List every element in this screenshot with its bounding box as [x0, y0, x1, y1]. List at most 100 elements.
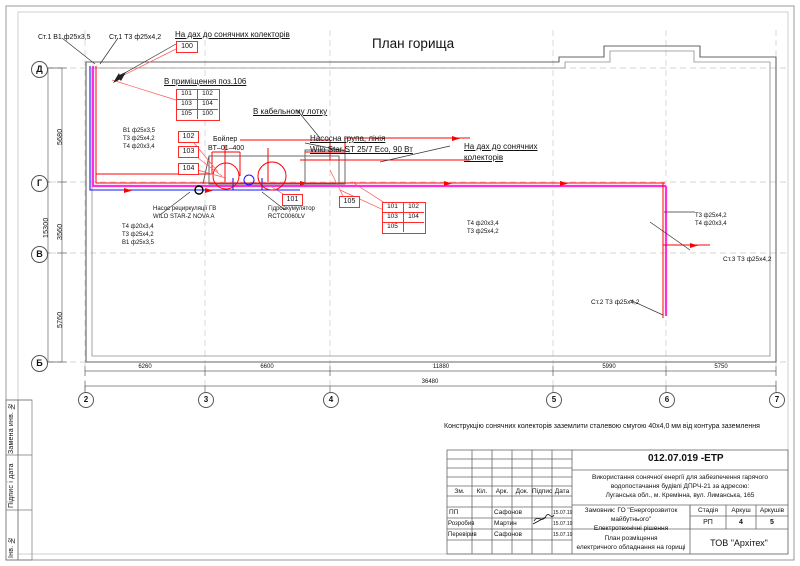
- stage-value-arkush: 4: [739, 519, 743, 526]
- label-pipe-t3-mid: Т3 ф25х4,2: [467, 229, 499, 235]
- sheet-name-line-2: електричного обладнання на горищі: [576, 544, 686, 551]
- stage-value-arkushiv: 5: [770, 519, 774, 526]
- tag-cell-102: 102: [202, 90, 213, 97]
- sheet-note: Конструкцію сонячних колекторів заземлит…: [444, 423, 760, 430]
- dim-h-5: 5750: [714, 364, 728, 370]
- client-line-3: Електротехнічні рішення: [593, 525, 669, 532]
- axis-circle-2: 2: [78, 392, 94, 408]
- sheet-name-line-1: План розміщення: [604, 535, 658, 542]
- label-riser-2: Ст.2 Т3 ф25х4,2: [591, 299, 640, 306]
- rev-row-2-role: Перевірив: [448, 532, 477, 538]
- rev-row-2-name: Сафонов: [494, 531, 523, 538]
- tag-102: 102: [178, 131, 199, 143]
- rev-row-0-role: ПП: [449, 509, 459, 516]
- tag-105: 105: [339, 196, 360, 208]
- equipment-boiler: [194, 149, 346, 195]
- rev-row-0-date: 15.07.19: [553, 510, 573, 516]
- rev-header-dok: Док.: [515, 488, 529, 495]
- label-accumulator-1: Гідроакумулятор: [268, 206, 315, 212]
- label-pipe-b1-upper: В1 ф25х3,5: [123, 128, 155, 134]
- rev-row-0-name: Сафонов: [494, 509, 523, 516]
- axis-circle-4: 4: [323, 392, 339, 408]
- label-cable-tray: В кабельному лотку: [253, 107, 328, 116]
- label-riser-b1: Ст.1 В1 ф25х3,5: [38, 34, 91, 41]
- label-roof-top: На дах до сонячних колекторів: [175, 30, 290, 39]
- label-pipe-t3-upper: Т3 ф25х4,2: [123, 136, 155, 142]
- pointer-arrows: [113, 72, 126, 83]
- dim-h-1: 6260: [138, 364, 152, 370]
- tag-roof-100: 100: [176, 41, 198, 53]
- label-pipe-t4-mid: Т4 ф20х3,4: [467, 221, 499, 227]
- label-pipe-b1-lower: В1 ф25х3,5: [122, 240, 154, 246]
- stage-header-arkush: Аркуш: [731, 507, 751, 514]
- axis-circle-7: 7: [769, 392, 785, 408]
- tag-cell-100: 100: [202, 110, 213, 117]
- tag-cell-103: 103: [181, 100, 192, 107]
- client-line-2: майбутнього": [610, 516, 652, 523]
- tag-cell-r103: 103: [387, 213, 398, 220]
- label-pipe-t4-lower: Т4 ф20х3,4: [122, 224, 154, 230]
- label-pipe-t4-right: Т4 ф20х3,4: [695, 221, 727, 227]
- label-pipe-t3-lower: Т3 ф25х4,2: [122, 232, 154, 238]
- label-roof-right-2: колекторів: [464, 153, 504, 162]
- rev-header-pidpis: Підпис: [532, 488, 553, 495]
- description-line-2: водопостачання будівлі ДПРЧ-21 за адресо…: [610, 483, 750, 490]
- label-boiler-model: BT–01–400: [208, 145, 245, 152]
- label-boiler: Бойлер: [213, 136, 238, 143]
- label-riser-t3: Ст.1 Т3 ф25х4,2: [109, 34, 162, 41]
- stage-value-stadia: РП: [703, 519, 713, 526]
- axis-circle-5: 5: [546, 392, 562, 408]
- description-line-3: Луганська обл., м. Кремінна, вул. Лиманс…: [605, 492, 755, 499]
- tag-104: 104: [178, 163, 199, 175]
- label-roof-right-1: На дах до сонячних: [464, 142, 538, 151]
- axis-circle-3: 3: [198, 392, 214, 408]
- rev-row-2-date: 15.07.19: [553, 532, 573, 538]
- tag-cell-r101: 101: [387, 203, 398, 210]
- rev-header-ark: Арк.: [495, 488, 509, 495]
- dim-h-4: 5990: [602, 364, 616, 370]
- rev-header-zm: Зм.: [454, 488, 465, 495]
- drawing-sheet: План горища Замена инв. № Підпис і дата …: [0, 0, 800, 566]
- tag-103: 103: [178, 146, 199, 158]
- sheet-inner-border: [17, 11, 789, 555]
- axis-circle-6: 6: [659, 392, 675, 408]
- label-pump-model: Wilo Star ST 25/7 Eco, 90 Вт: [310, 145, 413, 154]
- client-line-1: Замовник: ГО "Енергорозвиток: [584, 507, 678, 514]
- tag-cell-105: 105: [181, 110, 192, 117]
- label-accumulator-2: RCTC0060LV: [268, 214, 305, 220]
- tag-cell-101: 101: [181, 90, 192, 97]
- label-riser-3: Ст.3 Т3 ф25х4,2: [723, 256, 772, 263]
- stage-header-stadia: Стадія: [698, 507, 718, 514]
- leader-lines: [61, 37, 695, 316]
- dim-v-1: 5680: [57, 128, 64, 145]
- rev-row-1-name: Мартин: [494, 520, 517, 527]
- axis-circle-g: Г: [31, 175, 48, 192]
- rev-header-kil: Кіл.: [476, 488, 488, 495]
- tag-cell-r105: 105: [387, 223, 398, 230]
- label-room-106: В приміщення поз.106: [164, 77, 247, 86]
- drawing-canvas: [5, 5, 795, 561]
- dim-v-3: 5760: [57, 311, 64, 328]
- dim-v-total: 15300: [43, 217, 50, 238]
- company-name: ТОВ "Архітех": [710, 538, 768, 548]
- axis-circle-d: Д: [31, 61, 48, 78]
- axis-circle-v: В: [31, 246, 48, 263]
- signature-mark: [532, 514, 555, 525]
- stage-header-arkushiv: Аркушів: [759, 507, 785, 514]
- rev-header-data: Дата: [554, 488, 570, 495]
- tag-cell-104: 104: [202, 100, 213, 107]
- tag-cell-r104: 104: [408, 213, 419, 220]
- margin-label-podpis: Підпис і дата: [8, 463, 15, 508]
- label-pipe-t4-upper: Т4 ф20х3,4: [123, 144, 155, 150]
- axis-circle-b: Б: [31, 355, 48, 372]
- label-pipe-t3-right: Т3 ф25х4,2: [695, 213, 727, 219]
- tag-101: 101: [282, 194, 303, 206]
- description-line-1: Використання сонячної енергії для забезп…: [592, 474, 768, 481]
- dim-h-2: 6600: [260, 364, 274, 370]
- label-pump-group: Насосна група, лінія: [310, 134, 386, 143]
- dim-h-3: 11880: [432, 364, 450, 370]
- label-circ-pump-1: Насос рециркуляції ГВ: [153, 206, 217, 212]
- margin-label-zamena: Замена инв. №: [8, 402, 15, 454]
- tag-cell-r102: 102: [408, 203, 419, 210]
- margin-label-inv: Інв. №: [8, 536, 15, 558]
